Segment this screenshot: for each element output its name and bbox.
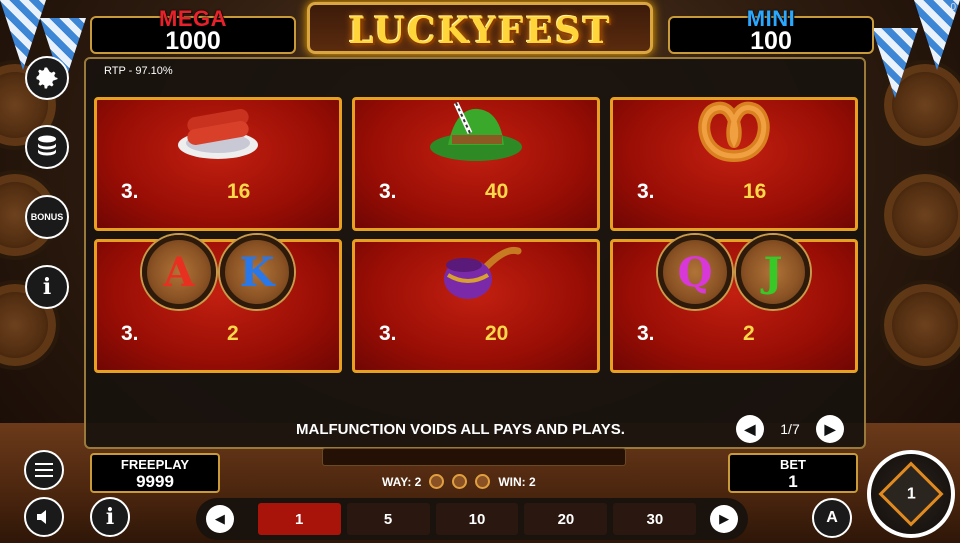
autoplay-button[interactable]: A <box>812 498 852 538</box>
bet-label: BET <box>780 457 806 472</box>
cell-pay: 2 <box>227 322 239 345</box>
cell-pay: 2 <box>743 322 755 345</box>
pipe-icon <box>355 232 597 312</box>
cell-count: 3. <box>637 180 655 203</box>
coin-k: K <box>220 235 294 309</box>
game-logo: LUCKYFEST <box>307 2 653 54</box>
chevron-right-icon: ▶ <box>719 511 730 526</box>
way-label: WAY: 2 <box>382 474 422 489</box>
info-icon: i <box>42 274 52 300</box>
cell-count: 3. <box>379 322 397 345</box>
speaker-icon <box>37 510 46 524</box>
paytable-cell-sausages: 3. 16 <box>94 97 342 231</box>
qj-coins-icon: Q J <box>613 232 855 312</box>
sausages-icon <box>97 90 339 170</box>
hamburger-icon <box>35 463 53 465</box>
bonus-icon: BONUS <box>30 212 64 222</box>
mega-jackpot: MEGA 1000 <box>90 6 296 55</box>
cell-pay: 16 <box>227 180 251 203</box>
win-label: WIN: 2 <box>498 474 536 489</box>
bet-increase-button[interactable]: ▶ <box>710 505 738 533</box>
rtp-label: RTP - 97.10% <box>104 65 173 77</box>
info-side-button[interactable]: i <box>25 265 69 309</box>
coin-q: Q <box>658 235 732 309</box>
cell-count: 3. <box>121 180 139 203</box>
cell-count: 3. <box>121 322 139 345</box>
corner-counter: 0 <box>950 2 956 13</box>
paytable-cell-ak: A K 3. 2 <box>94 235 342 373</box>
freeplay-label: FREEPLAY <box>120 457 190 472</box>
coins-stack-icon <box>38 135 56 156</box>
info-icon: i <box>105 504 115 530</box>
bet-option-1[interactable]: 1 <box>257 503 341 535</box>
settings-button[interactable] <box>25 56 69 100</box>
way-win-display: WAY: 2 WIN: 2 <box>382 474 536 489</box>
info-button[interactable]: i <box>90 497 130 537</box>
paytable-cell-qj: Q J 3. 2 <box>610 235 858 373</box>
logo-text: LUCKYFEST <box>348 10 612 52</box>
mega-value: 1000 <box>165 27 221 55</box>
coin-icon <box>429 474 445 489</box>
coin-a: A <box>142 235 216 309</box>
bet-selector: ◀ 1 5 10 20 30 ▶ <box>196 498 748 540</box>
reel-strip <box>322 448 626 466</box>
autoplay-icon: A <box>826 509 838 526</box>
chevron-left-icon: ◀ <box>214 511 225 526</box>
freeplay-value: 9999 <box>136 472 174 491</box>
barrel-decoration <box>880 170 960 260</box>
cell-count: 3. <box>637 322 655 345</box>
pretzel-icon <box>613 90 855 170</box>
ak-coins-icon: A K <box>97 232 339 312</box>
barrel-decoration <box>880 280 960 370</box>
mini-jackpot: MINI 100 <box>668 6 874 55</box>
paytable-cell-pipe: 3. 20 <box>352 239 600 373</box>
gear-icon <box>36 67 58 89</box>
cell-count: 3. <box>379 180 397 203</box>
spin-icon: 1 <box>878 461 944 527</box>
bonus-button[interactable]: BONUS <box>25 195 69 239</box>
cell-pay: 16 <box>743 180 767 203</box>
paytable-panel: RTP - 97.10% 3. 16 3. 40 3. 16 A K 3. 2 … <box>84 57 866 449</box>
prev-page-button[interactable]: ◀ <box>736 415 764 443</box>
bet-option-10[interactable]: 10 <box>435 503 519 535</box>
paytable-cell-hat: 3. 40 <box>352 97 600 231</box>
bet-decrease-button[interactable]: ◀ <box>206 505 234 533</box>
paytable-cell-pretzel: 3. 16 <box>610 97 858 231</box>
bet-option-5[interactable]: 5 <box>346 503 430 535</box>
chevron-left-icon: ◀ <box>744 420 756 437</box>
mini-value: 100 <box>750 27 792 55</box>
coin-icon <box>452 474 468 489</box>
next-page-button[interactable]: ▶ <box>816 415 844 443</box>
bet-option-20[interactable]: 20 <box>524 503 608 535</box>
bet-option-30[interactable]: 30 <box>613 503 697 535</box>
cell-pay: 20 <box>485 322 509 345</box>
hat-icon <box>355 90 597 170</box>
cell-pay: 40 <box>485 180 509 203</box>
paytable-pager: ◀ 1/7 ▶ <box>736 415 844 443</box>
spin-label: 1 <box>906 485 916 502</box>
coin-icon <box>475 474 491 489</box>
sound-button[interactable] <box>24 497 64 537</box>
coins-button[interactable] <box>25 125 69 169</box>
page-indicator: 1/7 <box>780 421 800 437</box>
freeplay-box: FREEPLAY 9999 <box>90 453 220 493</box>
spin-button[interactable]: 1 <box>867 450 955 538</box>
menu-button[interactable] <box>24 450 64 490</box>
coin-j: J <box>736 235 810 309</box>
chevron-right-icon: ▶ <box>824 420 836 437</box>
bet-box: BET 1 <box>728 453 858 493</box>
disclaimer-text: MALFUNCTION VOIDS ALL PAYS AND PLAYS. <box>296 421 625 438</box>
bet-value: 1 <box>788 472 798 491</box>
